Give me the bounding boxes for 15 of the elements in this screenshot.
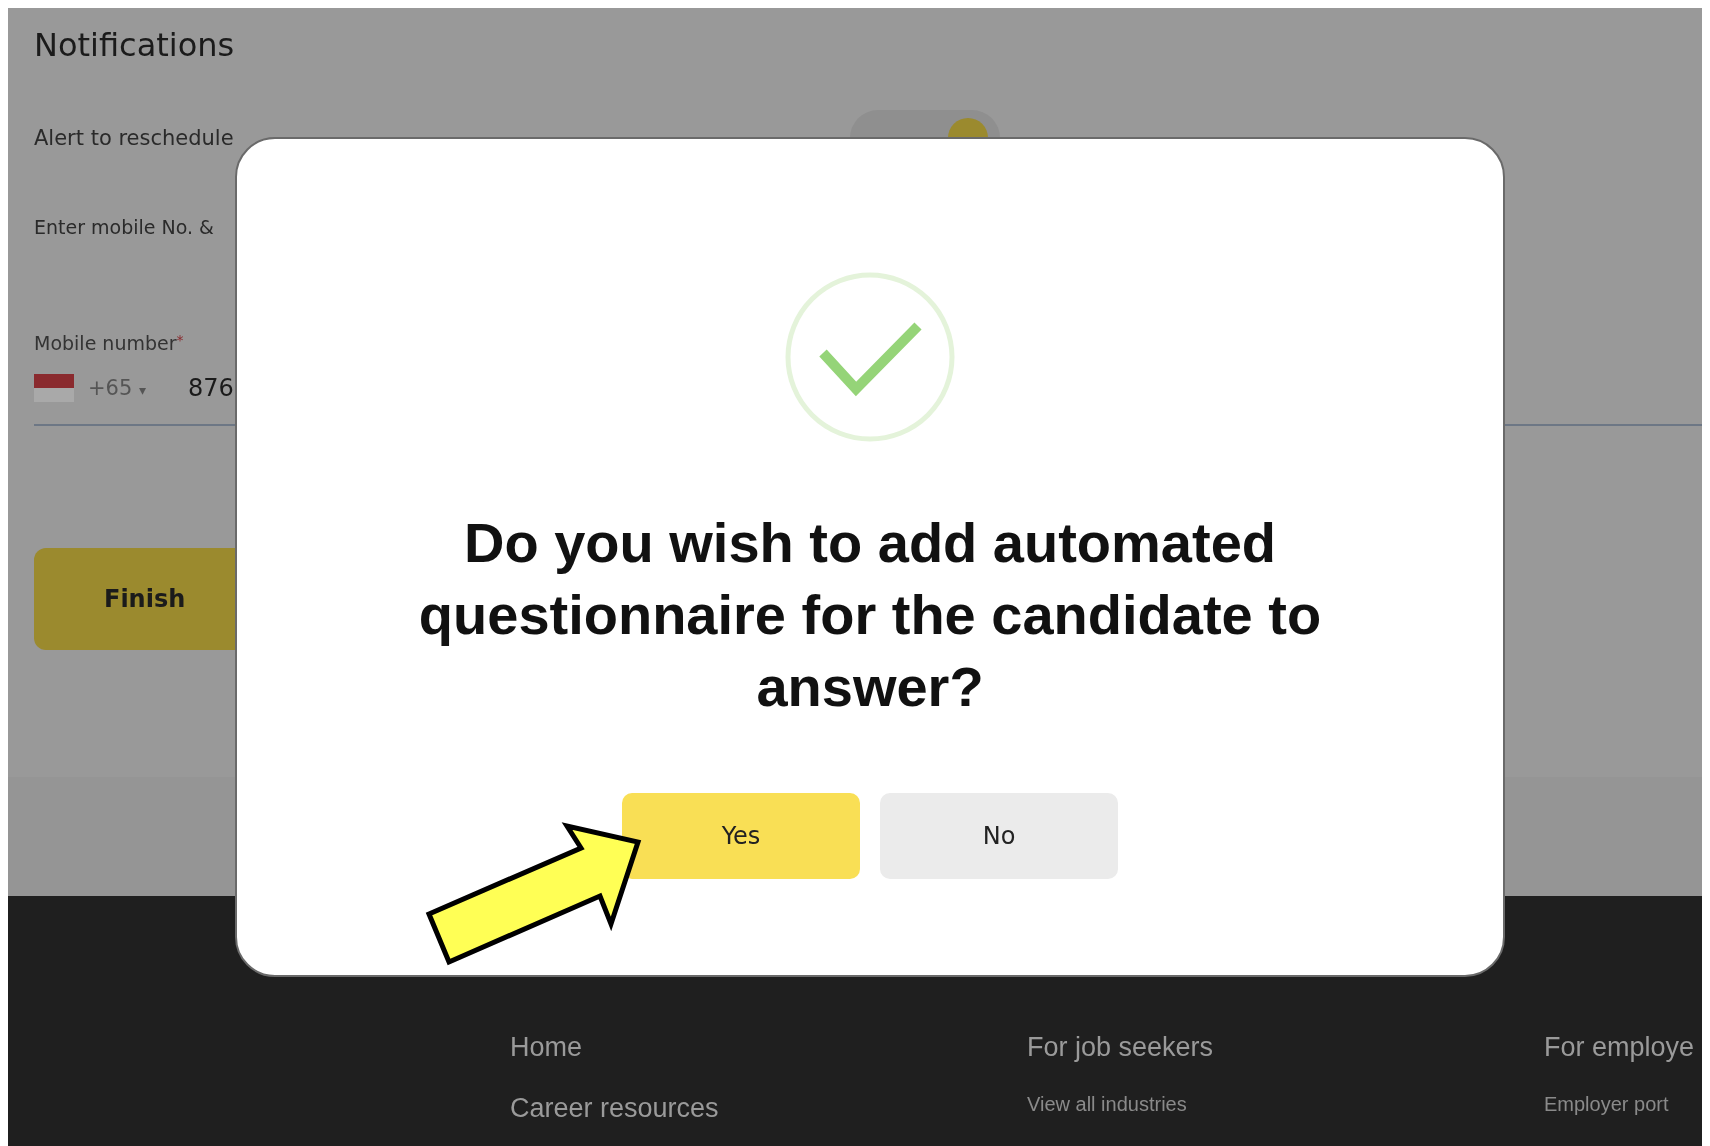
footer-link[interactable]: Employer port <box>1544 1093 1695 1116</box>
mobile-hint: Enter mobile No. & <box>34 216 215 238</box>
footer-link[interactable]: View all industries <box>1027 1093 1544 1116</box>
footer-link[interactable]: Career resources <box>510 1093 1027 1124</box>
field-label: Mobile number* <box>34 332 185 354</box>
footer-link[interactable]: Home <box>510 1032 1027 1063</box>
section-title: Notifications <box>34 26 236 64</box>
mobile-number-field[interactable]: 876 <box>188 374 234 402</box>
dialog-button[interactable]: No <box>880 793 1118 879</box>
flag-icon <box>34 374 74 402</box>
dialog-message: Do you wish to add automated questionnaire for the candidate to answer? <box>417 510 1323 720</box>
footer-link[interactable]: For job seekers <box>1027 1032 1544 1063</box>
dialog-button[interactable]: Yes <box>622 793 860 879</box>
footer-link[interactable]: For employe <box>1544 1032 1695 1063</box>
alert-label: Alert to reschedule <box>34 126 235 150</box>
